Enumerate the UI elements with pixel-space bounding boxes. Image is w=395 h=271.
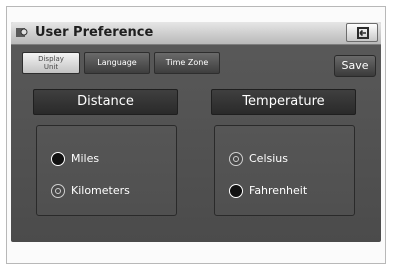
title-bar: User Preference bbox=[11, 22, 381, 45]
option-label: Fahrenheit bbox=[249, 184, 308, 197]
temperature-option-fahrenheit[interactable]: Fahrenheit bbox=[229, 182, 308, 200]
user-preference-screen: User Preference Display Unit Language Ti… bbox=[11, 22, 381, 242]
settings-gear-icon bbox=[16, 28, 28, 37]
radio-selected-icon bbox=[229, 184, 243, 198]
distance-option-kilometers[interactable]: Kilometers bbox=[51, 182, 130, 200]
save-button[interactable]: Save bbox=[334, 55, 376, 77]
tab-time-zone-label: Time Zone bbox=[165, 58, 209, 67]
page-title: User Preference bbox=[35, 25, 154, 40]
return-button[interactable] bbox=[346, 23, 378, 42]
option-label: Celsius bbox=[249, 152, 288, 165]
distance-group: Distance Miles Kilometers bbox=[28, 89, 183, 242]
tab-display-unit[interactable]: Display Unit bbox=[22, 52, 80, 74]
distance-option-miles[interactable]: Miles bbox=[51, 150, 100, 168]
temperature-group: Temperature Celsius Fahrenheit bbox=[206, 89, 361, 242]
tab-time-zone[interactable]: Time Zone bbox=[154, 52, 220, 74]
temperature-option-celsius[interactable]: Celsius bbox=[229, 150, 288, 168]
radio-unselected-icon bbox=[229, 152, 243, 166]
return-back-icon bbox=[357, 27, 369, 39]
tab-language[interactable]: Language bbox=[84, 52, 150, 74]
temperature-header: Temperature bbox=[211, 89, 356, 115]
radio-selected-icon bbox=[51, 152, 65, 166]
temperature-options-box: Celsius Fahrenheit bbox=[214, 125, 355, 216]
distance-header: Distance bbox=[33, 89, 178, 115]
distance-options-box: Miles Kilometers bbox=[36, 125, 177, 216]
tab-language-label: Language bbox=[97, 58, 137, 67]
tab-display-unit-line1: Display bbox=[38, 55, 64, 63]
radio-unselected-icon bbox=[51, 184, 65, 198]
option-label: Miles bbox=[71, 152, 100, 165]
option-label: Kilometers bbox=[71, 184, 130, 197]
tab-display-unit-line2: Unit bbox=[43, 63, 59, 71]
